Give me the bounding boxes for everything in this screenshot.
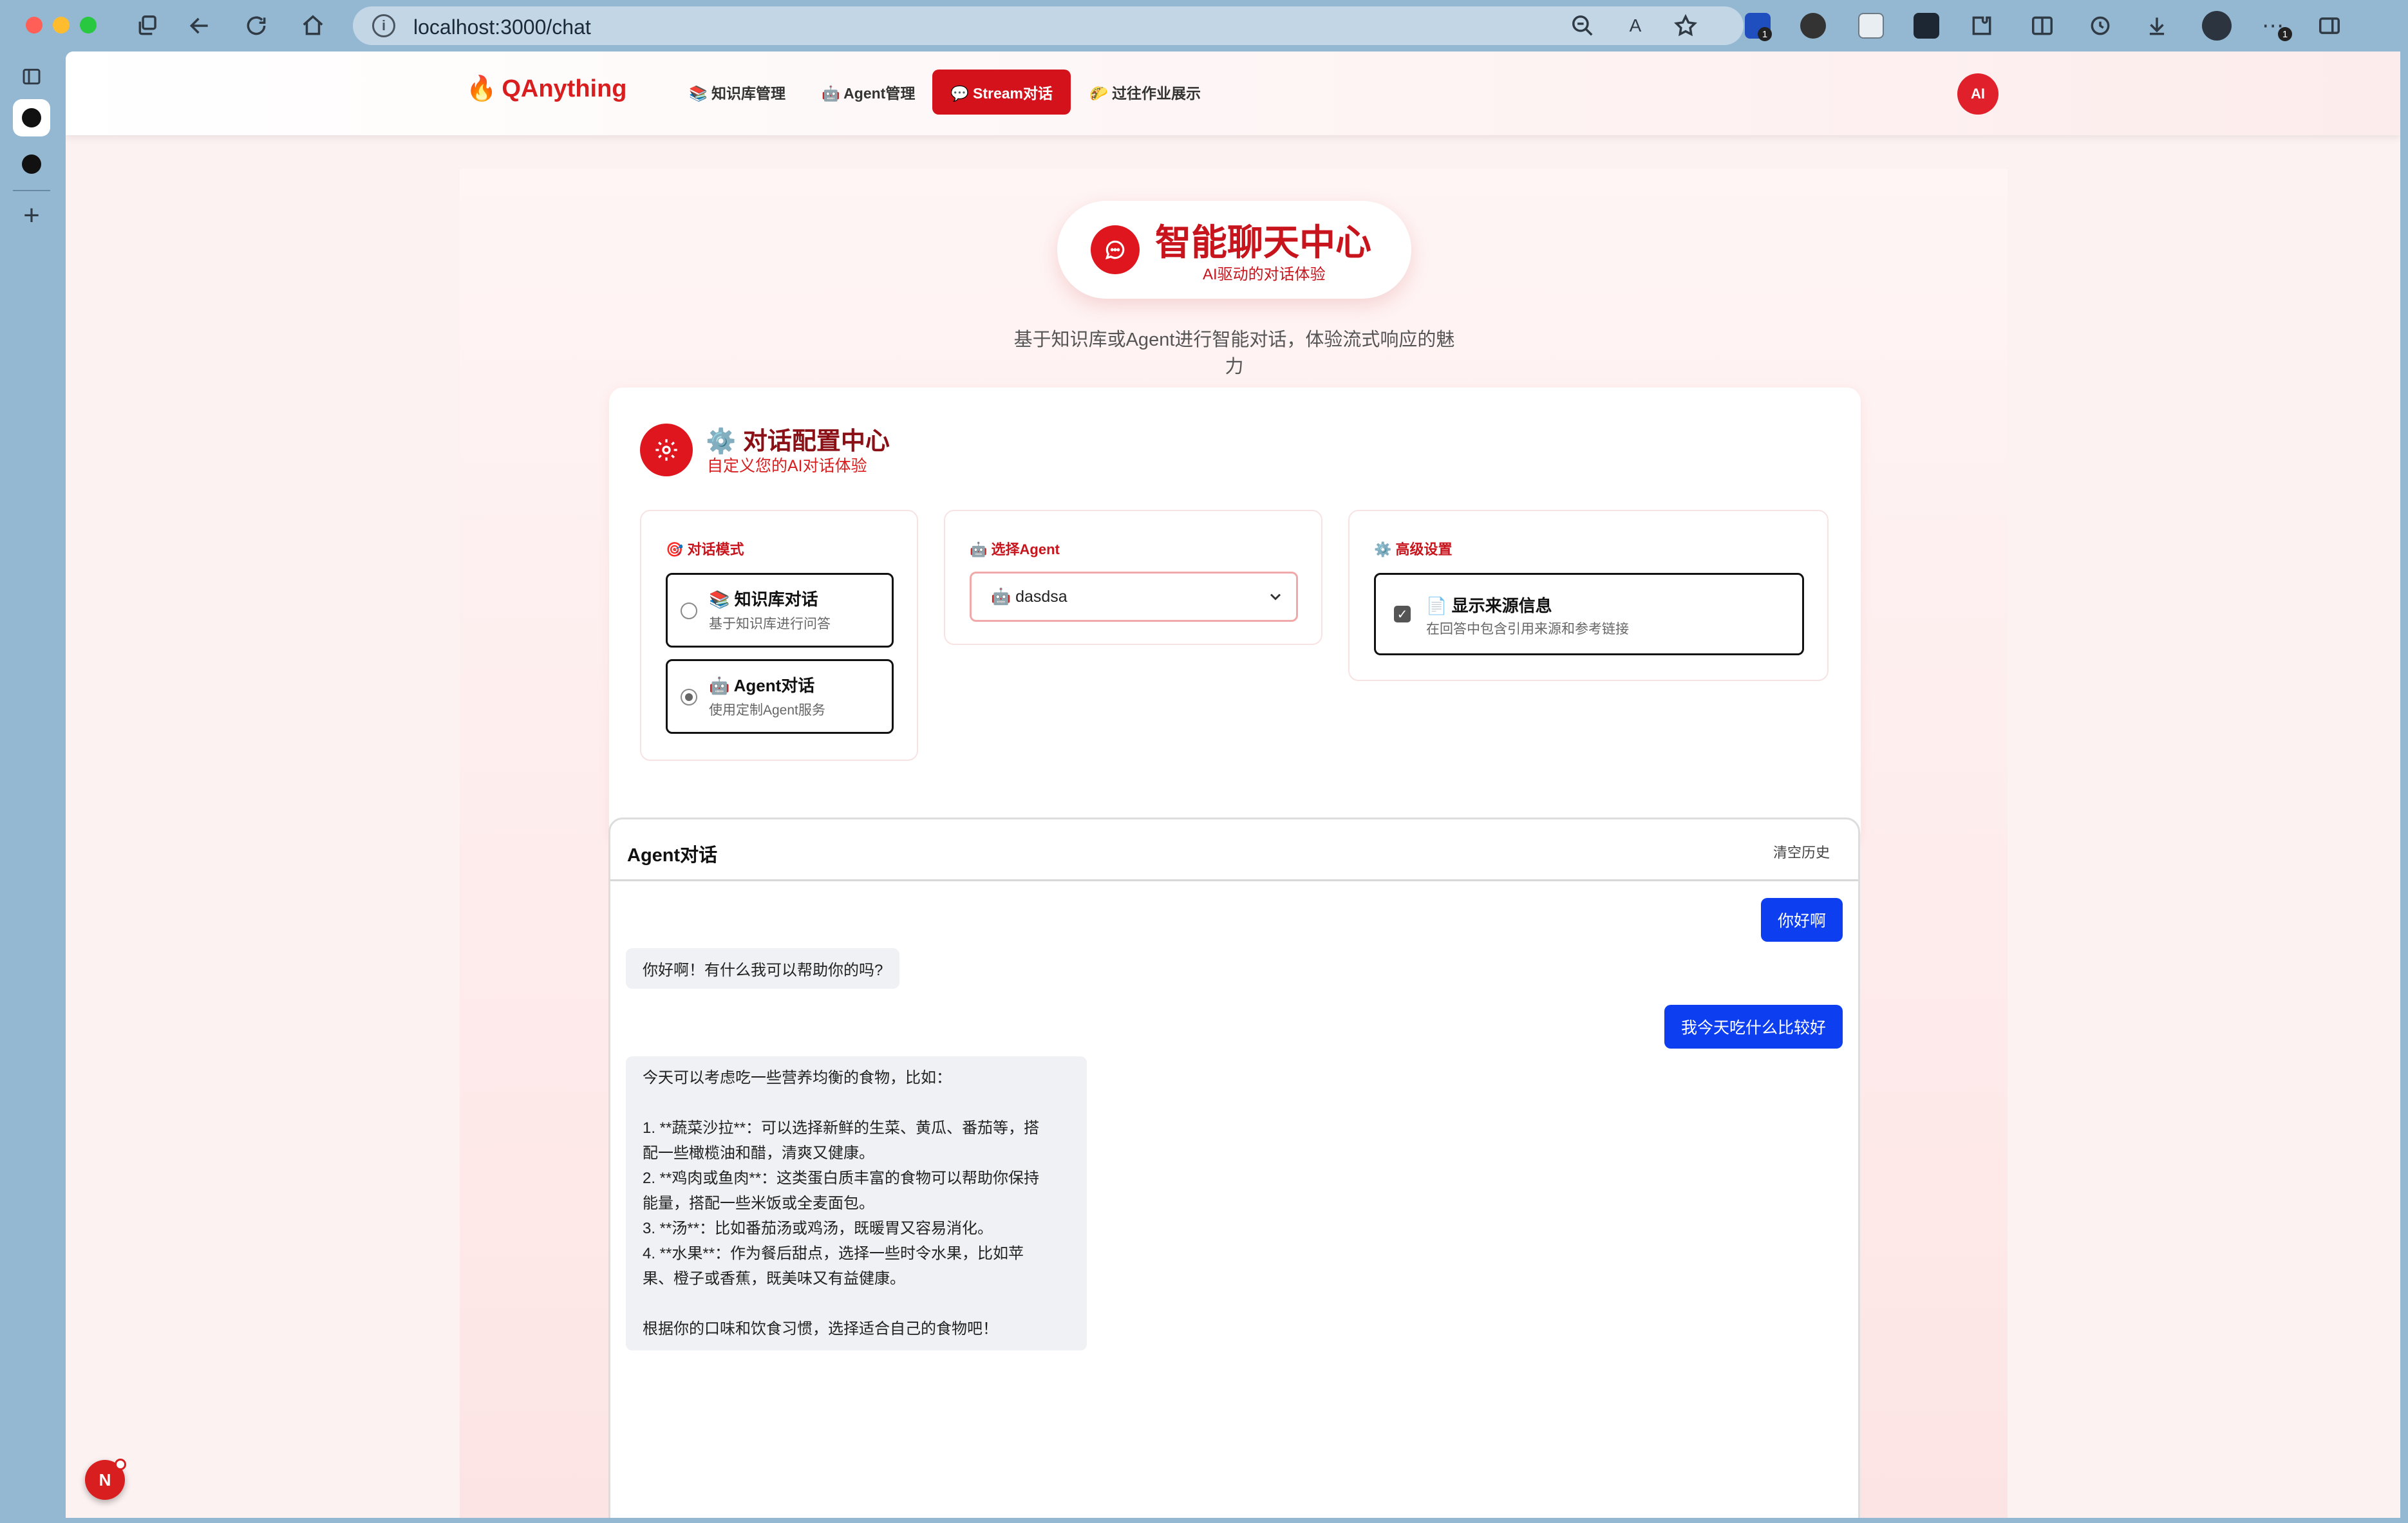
sidebar-tab[interactable] [13,145,50,183]
nav-stream-chat[interactable]: 💬 Stream对话 [932,70,1071,115]
settings-gear-icon [640,424,693,476]
agent-selected-value: 🤖 dasdsa [991,587,1068,606]
show-sources-title: 📄 显示来源信息 [1426,596,1552,615]
agent-select-label: 🤖 选择Agent [970,541,1060,557]
assistant-message: 今天可以考虑吃一些营养均衡的食物，比如： 1. **蔬菜沙拉**：可以选择新鲜的… [626,1056,1087,1350]
page-viewport: 🔥 QAnything 📚 知识库管理 🤖 Agent管理 💬 Stream对话… [66,51,2400,1518]
hero-badge: 智能聊天中心 AI驱动的对话体验 [1057,201,1411,299]
site-info-icon[interactable]: i [372,14,395,37]
nextjs-dev-button[interactable]: N [85,1459,126,1500]
page-description: 基于知识库或Agent进行智能对话，体验流式响应的魅力 [1013,330,1455,377]
extension-badge: 1 [1758,27,1772,41]
nav-past-work[interactable]: 🌮 过往作业展示 [1071,70,1219,115]
read-aloud-icon[interactable]: A [1621,12,1650,40]
chat-title: Agent对话 [627,845,718,866]
page-subtitle: AI驱动的对话体验 [1203,266,1326,283]
nav-agent-management[interactable]: 🤖 Agent管理 [804,70,933,115]
copilot-sidebar-icon[interactable] [2315,12,2344,40]
config-title: ⚙️ 对话配置中心 [706,428,890,455]
tab-actions-icon[interactable] [134,12,162,40]
browser-toolbar: i localhost:3000/chat A 1 ⋯ 1 [0,0,2408,51]
home-icon[interactable] [299,12,327,40]
message-line: 配一些橄榄油和醋，清爽又健康。 [643,1145,874,1162]
chat-mode-panel: 🎯 对话模式 📚 知识库对话 基于知识库进行问答 🤖 Agent对话 使用定制A… [640,510,918,761]
knowledge-mode-radio[interactable] [681,603,697,619]
chat-window: Agent对话 清空历史 你好啊 你好啊！有什么我可以帮助你的吗? 我今天吃什么… [608,818,1860,1518]
message-line: 能量，搭配一些米饭或全麦面包。 [643,1195,874,1212]
show-sources-checkbox[interactable]: ✓ [1394,606,1411,622]
grid-extension-icon[interactable] [1914,13,1939,39]
clear-history-button[interactable]: 清空历史 [1773,841,1830,862]
message-line: 果、橙子或香蕉，既美味又有益健康。 [643,1270,905,1287]
chat-header: Agent对话 清空历史 [610,819,1858,881]
config-subtitle: 自定义您的AI对话体验 [707,457,867,475]
extensions-puzzle-icon[interactable] [1968,12,1996,40]
mode-option-desc: 基于知识库进行问答 [709,617,831,631]
message-line: 今天可以考虑吃一些营养均衡的食物，比如： [643,1069,952,1087]
mode-option-title: 📚 知识库对话 [709,590,818,609]
minimize-window-button[interactable] [53,17,70,33]
message-line: 2. **鸡肉或鱼肉**：这类蛋白质丰富的食物可以帮助你保持 [643,1170,1040,1187]
flame-icon: 🔥 [466,75,497,102]
config-card: ⚙️ 对话配置中心 自定义您的AI对话体验 🎯 对话模式 📚 知识库对话 基于知… [609,388,1861,845]
show-sources-desc: 在回答中包含引用来源和参考链接 [1426,622,1629,637]
message-line: 根据你的口味和饮食习惯，选择适合自己的食物吧！ [643,1320,998,1338]
split-screen-icon[interactable] [2028,12,2056,40]
message-line: 4. **水果**：作为餐后甜点，选择一些时令水果，比如苹 [643,1245,1024,1262]
show-sources-option[interactable]: ✓ 📄 显示来源信息 在回答中包含引用来源和参考链接 [1374,573,1804,655]
agent-select-panel: 🤖 选择Agent 🤖 dasdsa [944,510,1322,645]
mode-option-desc: 使用定制Agent服务 [709,703,825,718]
nav-knowledge-base[interactable]: 📚 知识库管理 [671,70,804,115]
back-icon[interactable] [185,12,214,40]
app-logo[interactable]: 🔥 QAnything [466,75,627,103]
top-navbar: 🔥 QAnything 📚 知识库管理 🤖 Agent管理 💬 Stream对话… [66,51,2400,135]
user-message: 我今天吃什么比较好 [1664,1005,1843,1049]
message-line [643,1291,1070,1316]
agent-mode-radio[interactable] [681,689,697,705]
address-bar[interactable]: i localhost:3000/chat A [353,6,1744,45]
notification-dot [115,1459,126,1470]
tab-favicon-icon [22,154,41,174]
favorite-star-icon[interactable] [1671,12,1700,40]
assistant-message: 你好啊！有什么我可以帮助你的吗? [626,948,900,989]
user-message: 你好啊 [1760,898,1843,942]
url-text[interactable]: localhost:3000/chat [413,15,591,39]
tab-favicon-icon [22,108,41,127]
zoom-out-icon[interactable] [1568,12,1597,40]
user-avatar[interactable]: AI [1957,73,1999,115]
advanced-settings-label: ⚙️ 高级设置 [1374,541,1453,557]
refresh-icon[interactable] [242,12,270,40]
mode-option-title: 🤖 Agent对话 [709,676,815,695]
dev-button-letter: N [99,1470,111,1490]
new-tab-icon[interactable]: + [13,197,50,234]
mode-option-knowledge[interactable]: 📚 知识库对话 基于知识库进行问答 [666,573,894,648]
profile-avatar[interactable] [2202,11,2232,41]
chat-bubble-icon [1091,225,1140,274]
page-title: 智能聊天中心 [1155,222,1371,263]
sidebar-tab-active[interactable] [13,99,50,136]
mode-option-agent[interactable]: 🤖 Agent对话 使用定制Agent服务 [666,659,894,734]
download-icon[interactable] [2143,12,2171,40]
tab-panel-toggle-icon[interactable] [13,58,50,95]
maximize-window-button[interactable] [80,17,97,33]
document-extension-icon[interactable] [1858,13,1884,39]
close-window-button[interactable] [26,17,42,33]
history-icon[interactable] [2086,12,2114,40]
agent-select-dropdown[interactable]: 🤖 dasdsa [970,572,1298,622]
more-options-badge: 1 [2278,27,2292,41]
message-line: 3. **汤**：比如番茄汤或鸡汤，既暖胃又容易消化。 [643,1220,993,1237]
advanced-settings-panel: ⚙️ 高级设置 ✓ 📄 显示来源信息 在回答中包含引用来源和参考链接 [1348,510,1829,681]
chat-mode-label: 🎯 对话模式 [666,541,744,557]
chevron-down-icon [1270,593,1281,601]
message-line [643,1090,1070,1116]
vertical-tab-sidebar: + [0,51,64,1523]
app-name: QAnything [502,75,627,102]
incognito-extension-icon[interactable] [1800,13,1826,39]
message-line: 1. **蔬菜沙拉**：可以选择新鲜的生菜、黄瓜、番茄等，搭 [643,1119,1040,1137]
sidebar-divider [13,190,50,191]
